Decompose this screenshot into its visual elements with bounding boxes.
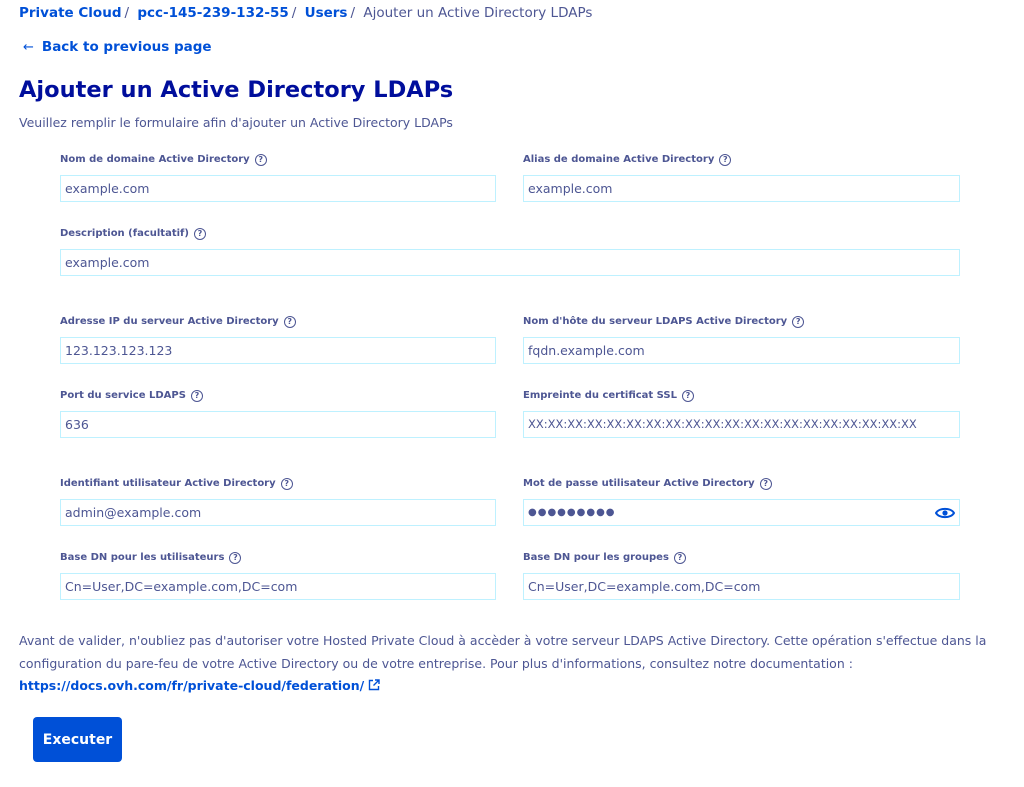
breadcrumb-private-cloud[interactable]: Private Cloud [19,5,121,21]
execute-button[interactable]: Executer [33,717,122,762]
server-ip-input[interactable]: 123.123.123.123 [60,337,496,364]
help-icon[interactable]: ? [193,227,206,240]
help-icon[interactable]: ? [229,551,242,564]
password-input[interactable]: ●●●●●●●●● [523,499,960,526]
help-icon[interactable]: ? [682,389,694,402]
server-ip-label: Adresse IP du serveur Active Directory [60,316,279,327]
breadcrumb-current: Ajouter un Active Directory LDAPs [363,5,593,21]
ldaps-hostname-field: Nom d'hôte du serveur LDAPS Active Direc… [523,314,960,364]
page-subtitle: Veuillez remplir le formulaire afin d'aj… [19,115,453,130]
help-icon[interactable]: ? [719,153,732,166]
help-icon[interactable]: ? [190,389,203,402]
domain-alias-field: Alias de domaine Active Directory? examp… [523,152,960,202]
ldaps-port-field: Port du service LDAPS? 636 [60,388,496,438]
breadcrumb-users[interactable]: Users [305,5,348,21]
help-icon[interactable]: ? [759,477,772,490]
documentation-link[interactable]: https://docs.ovh.com/fr/private-cloud/fe… [19,678,364,693]
ssl-fingerprint-label: Empreinte du certificat SSL [523,390,677,401]
description-label: Description (facultatif) [60,228,189,239]
help-icon[interactable]: ? [792,315,805,328]
external-link-icon[interactable] [368,679,380,691]
username-label: Identifiant utilisateur Active Directory [60,478,276,489]
ldaps-port-input[interactable]: 636 [60,411,496,438]
page-title: Ajouter un Active Directory LDAPs [19,77,454,103]
password-value: ●●●●●●●●● [528,507,616,518]
description-field: Description (facultatif)? example.com [60,226,960,276]
help-icon[interactable]: ? [283,315,296,328]
base-dn-groups-field: Base DN pour les groupes? Cn=User,DC=exa… [523,550,960,600]
ldaps-hostname-label: Nom d'hôte du serveur LDAPS Active Direc… [523,316,788,327]
username-field: Identifiant utilisateur Active Directory… [60,476,496,526]
base-dn-groups-input[interactable]: Cn=User,DC=example.com,DC=com [523,573,960,600]
help-icon[interactable]: ? [254,153,267,166]
base-dn-users-input[interactable]: Cn=User,DC=example.com,DC=com [60,573,496,600]
breadcrumb: Private Cloud / pcc-145-239-132-55/ Users… [19,5,593,21]
domain-name-field: Nom de domaine Active Directory? example… [60,152,496,202]
eye-icon[interactable] [935,506,955,520]
server-ip-field: Adresse IP du serveur Active Directory? … [60,314,496,364]
ssl-fingerprint-field: Empreinte du certificat SSL? XX:XX:XX:XX… [523,388,960,438]
password-field: Mot de passe utilisateur Active Director… [523,476,960,526]
help-icon[interactable]: ? [280,477,293,490]
domain-name-input[interactable]: example.com [60,175,496,202]
info-note-text: Avant de valider, n'oubliez pas d'autori… [19,633,987,671]
ldaps-hostname-input[interactable]: fqdn.example.com [523,337,960,364]
base-dn-users-field: Base DN pour les utilisateurs? Cn=User,D… [60,550,496,600]
arrow-left-icon: ← [23,39,34,55]
breadcrumb-pcc[interactable]: pcc-145-239-132-55 [137,5,288,21]
domain-name-label: Nom de domaine Active Directory [60,154,250,165]
ldaps-port-label: Port du service LDAPS [60,390,186,401]
base-dn-users-label: Base DN pour les utilisateurs [60,552,225,563]
domain-alias-label: Alias de domaine Active Directory [523,154,715,165]
description-input[interactable]: example.com [60,249,960,276]
info-note: Avant de valider, n'oubliez pas d'autori… [19,630,994,698]
base-dn-groups-label: Base DN pour les groupes [523,552,669,563]
ssl-fingerprint-input[interactable]: XX:XX:XX:XX:XX:XX:XX:XX:XX:XX:XX:XX:XX:X… [523,411,960,438]
back-link[interactable]: ← Back to previous page [23,39,212,55]
password-label: Mot de passe utilisateur Active Director… [523,478,755,489]
domain-alias-input[interactable]: example.com [523,175,960,202]
back-link-label: Back to previous page [41,39,212,55]
help-icon[interactable]: ? [673,551,686,564]
username-input[interactable]: admin@example.com [60,499,496,526]
